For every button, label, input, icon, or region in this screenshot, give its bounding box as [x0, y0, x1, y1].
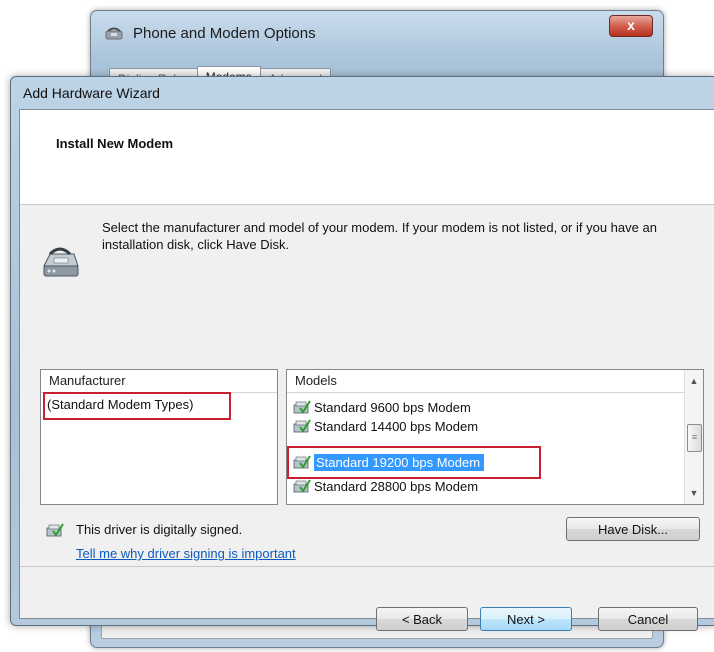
- model-label: Standard 9600 bps Modem: [314, 399, 471, 415]
- models-scrollbar[interactable]: ▲ ≡ ▼: [684, 370, 703, 504]
- manufacturer-list[interactable]: Manufacturer (Standard Modem Types): [40, 369, 278, 505]
- add-hardware-wizard-window: Add Hardware Wizard Install New Modem Se…: [10, 76, 714, 631]
- manufacturer-header: Manufacturer: [41, 370, 277, 393]
- annotation-highlight-box: [43, 392, 231, 420]
- signed-driver-icon: [46, 522, 64, 538]
- model-label: Standard 14400 bps Modem: [314, 418, 479, 434]
- wizard-header: Install New Modem: [20, 110, 714, 205]
- modem-driver-icon: [293, 478, 311, 494]
- wizard-title: Add Hardware Wizard: [23, 85, 160, 101]
- modem-driver-icon: [293, 418, 311, 434]
- page-title: Install New Modem: [56, 136, 174, 151]
- models-header: Models: [287, 370, 703, 393]
- phone-modem-icon: [105, 26, 125, 40]
- modem-driver-icon: [40, 244, 80, 280]
- list-item[interactable]: Standard 9600 bps Modem: [293, 397, 471, 417]
- modem-driver-icon: [293, 399, 311, 415]
- wizard-client-area: Install New Modem Select the manufacture…: [19, 109, 714, 631]
- list-item[interactable]: Standard 14400 bps Modem: [293, 417, 478, 435]
- bg-window-titlebar: Phone and Modem Options: [105, 21, 316, 45]
- next-button[interactable]: Next >: [480, 607, 572, 631]
- driver-signing-link[interactable]: Tell me why driver signing is important: [76, 546, 296, 561]
- wizard-description: Select the manufacturer and model of you…: [102, 220, 657, 252]
- scroll-down-icon[interactable]: ▼: [685, 484, 703, 502]
- close-icon[interactable]: x: [609, 15, 653, 37]
- cancel-button[interactable]: Cancel: [598, 607, 698, 631]
- scroll-up-icon[interactable]: ▲: [685, 372, 703, 390]
- have-disk-button[interactable]: Have Disk...: [566, 517, 700, 541]
- scrollbar-thumb[interactable]: ≡: [687, 424, 702, 452]
- footer-divider: [20, 566, 714, 567]
- models-list[interactable]: Models Standard 9600 bps Modem Standard …: [286, 369, 704, 505]
- list-item[interactable]: Standard 28800 bps Modem: [293, 476, 478, 496]
- signed-status-text: This driver is digitally signed.: [76, 522, 243, 537]
- model-label: Standard 28800 bps Modem: [314, 478, 479, 494]
- annotation-highlight-box: [287, 446, 541, 479]
- bg-window-title: Phone and Modem Options: [133, 24, 316, 42]
- back-button[interactable]: < Back: [376, 607, 468, 631]
